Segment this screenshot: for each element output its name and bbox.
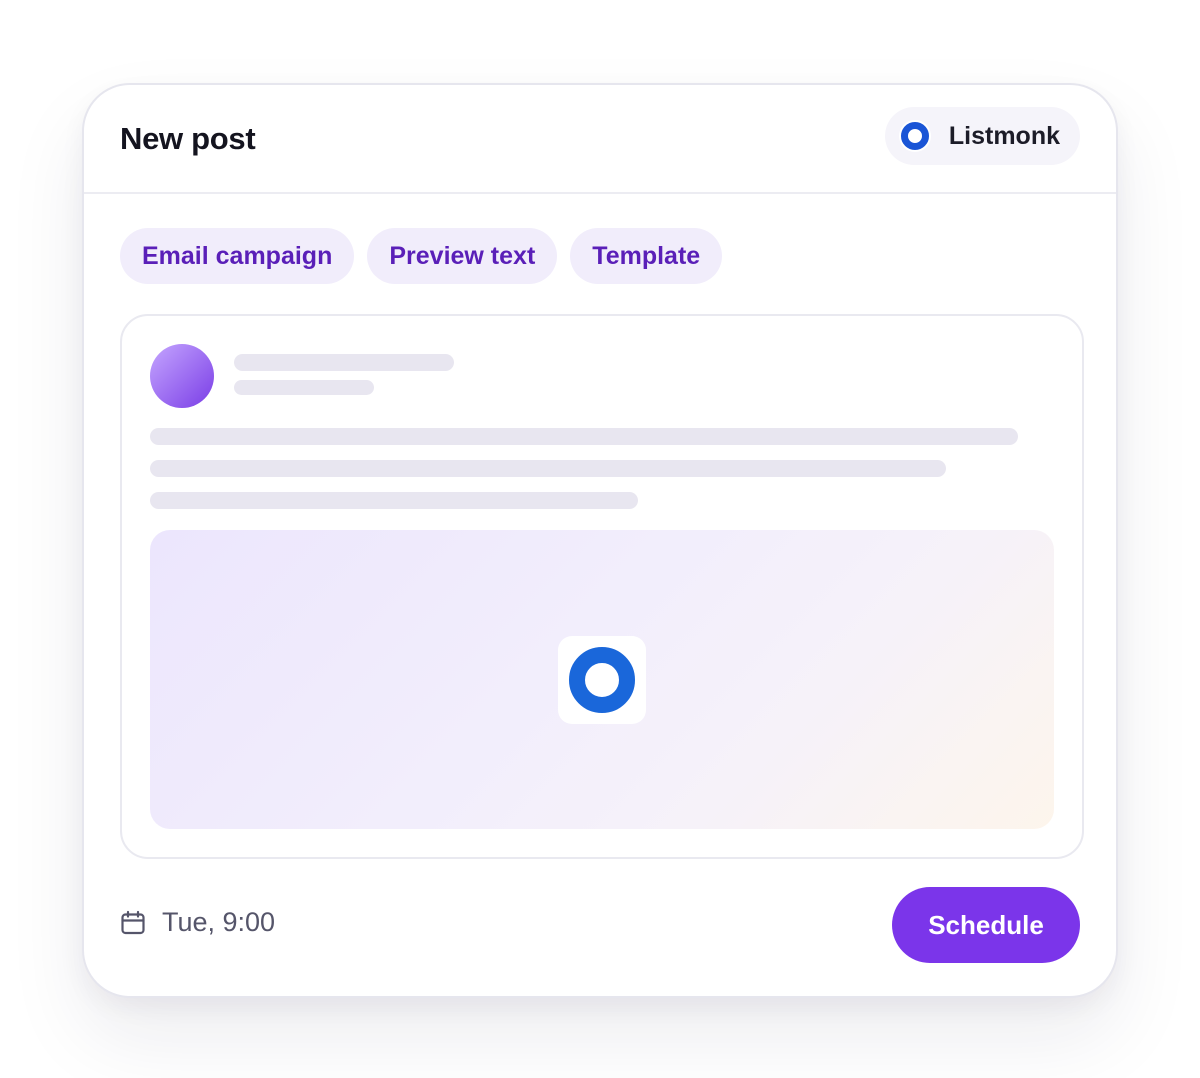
skeleton-author-meta [234, 380, 374, 395]
tab-email-campaign[interactable]: Email campaign [120, 228, 355, 284]
skeleton-author-name [234, 354, 454, 371]
skeleton-body-line [150, 460, 946, 477]
date-label: Tue, 9:00 [162, 907, 276, 937]
skeleton-body-line [150, 492, 638, 509]
avatar [150, 344, 214, 408]
calendar-icon [121, 910, 145, 934]
card-header: New post Listmonk [84, 85, 1116, 194]
new-post-card: New post Listmonk Email campaign Preview… [82, 83, 1118, 998]
listmonk-ring-icon [898, 120, 931, 152]
channel-selector[interactable]: Listmonk [884, 107, 1080, 165]
tab-preview-text[interactable]: Preview text [367, 228, 558, 284]
schedule-date[interactable]: Tue, 9:00 [120, 907, 275, 938]
channel-label: Listmonk [948, 121, 1060, 150]
post-preview [120, 314, 1084, 859]
content-tabs: Email campaign Preview text Template [120, 228, 723, 284]
page-title: New post [120, 121, 256, 156]
tab-template[interactable]: Template [570, 228, 723, 284]
skeleton-body-line [150, 428, 1018, 445]
schedule-button[interactable]: Schedule [892, 887, 1080, 963]
listmonk-ring-icon [558, 636, 646, 724]
media-preview [150, 530, 1054, 829]
